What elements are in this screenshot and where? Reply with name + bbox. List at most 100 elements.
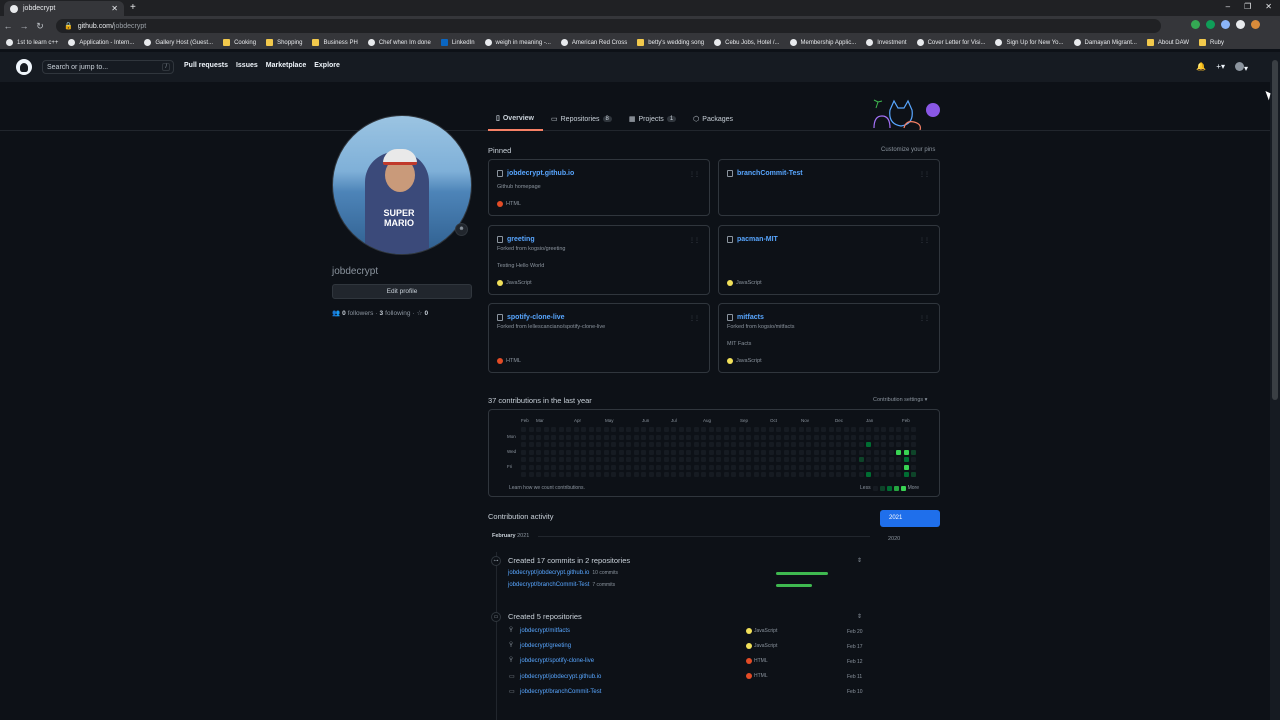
bookmark-item[interactable]: Chef when Im done (367, 39, 431, 46)
contribution-day[interactable] (543, 457, 549, 462)
contribution-day[interactable] (618, 442, 624, 447)
contribution-day[interactable] (723, 442, 729, 447)
close-window-button[interactable]: ✕ (1265, 2, 1272, 11)
contribution-day[interactable] (911, 464, 916, 470)
contribution-day[interactable] (731, 472, 736, 477)
contribution-day[interactable] (611, 449, 616, 455)
contribution-day[interactable] (738, 427, 744, 432)
contribution-day[interactable] (851, 472, 856, 477)
contribution-day[interactable] (858, 442, 864, 447)
contribution-day[interactable] (581, 442, 586, 447)
contribution-day[interactable] (888, 442, 894, 447)
contribution-day[interactable] (768, 449, 774, 455)
contribution-day[interactable] (543, 449, 549, 455)
created-repo-link[interactable]: jobdecrypt/branchCommit-Test (520, 689, 601, 695)
contribution-day[interactable] (521, 434, 526, 440)
contribution-day[interactable] (723, 457, 729, 462)
contribution-day[interactable] (881, 434, 886, 440)
contribution-day[interactable] (738, 464, 744, 470)
contribution-day[interactable] (888, 464, 894, 470)
contribution-day[interactable] (626, 442, 631, 447)
contribution-day[interactable] (626, 457, 631, 462)
contribution-day[interactable] (911, 449, 916, 455)
contribution-day[interactable] (903, 442, 909, 447)
nav-issues[interactable]: Issues (236, 62, 258, 69)
contribution-day[interactable] (701, 449, 706, 455)
contribution-day[interactable] (798, 427, 804, 432)
contribution-day[interactable] (641, 449, 646, 455)
contribution-day[interactable] (843, 434, 849, 440)
bookmark-item[interactable]: Ruby (1199, 39, 1224, 46)
contribution-day[interactable] (656, 449, 661, 455)
contribution-day[interactable] (776, 464, 781, 470)
contribution-day[interactable] (836, 457, 841, 462)
contribution-day[interactable] (731, 442, 736, 447)
contribution-day[interactable] (828, 449, 834, 455)
contribution-day[interactable] (603, 427, 609, 432)
contribution-day[interactable] (866, 434, 871, 440)
set-status-icon[interactable]: ☻ (455, 223, 468, 236)
contribution-day[interactable] (896, 464, 901, 470)
contribution-day[interactable] (671, 449, 676, 455)
contribution-day[interactable] (573, 472, 579, 477)
contribution-day[interactable] (753, 472, 759, 477)
contribution-day[interactable] (783, 442, 789, 447)
customize-pins-link[interactable]: Customize your pins (881, 147, 935, 153)
drag-handle-icon[interactable]: ⋮⋮ (689, 237, 700, 244)
contribution-day[interactable] (791, 472, 796, 477)
contribution-day[interactable] (671, 442, 676, 447)
contribution-day[interactable] (648, 464, 654, 470)
bookmark-item[interactable]: Investment (866, 39, 907, 46)
contribution-day[interactable] (603, 442, 609, 447)
contribution-day[interactable] (663, 457, 669, 462)
contribution-day[interactable] (633, 449, 639, 455)
contribution-day[interactable] (618, 434, 624, 440)
contribution-day[interactable] (551, 442, 556, 447)
contribution-day[interactable] (716, 472, 721, 477)
contribution-day[interactable] (573, 434, 579, 440)
page-scrollbar[interactable] (1270, 52, 1280, 720)
contribution-day[interactable] (633, 457, 639, 462)
contribution-day[interactable] (798, 472, 804, 477)
contribution-day[interactable] (528, 464, 534, 470)
tab-close-icon[interactable]: ✕ (111, 4, 118, 13)
followers-count[interactable]: 0 (342, 310, 346, 317)
contribution-day[interactable] (581, 464, 586, 470)
contribution-day[interactable] (528, 434, 534, 440)
contribution-day[interactable] (603, 457, 609, 462)
contribution-day[interactable] (521, 464, 526, 470)
contribution-day[interactable] (648, 457, 654, 462)
contribution-day[interactable] (641, 472, 646, 477)
user-menu-dropdown[interactable]: ▾ (1234, 62, 1248, 73)
contribution-day[interactable] (573, 464, 579, 470)
contribution-day[interactable] (536, 464, 541, 470)
contribution-day[interactable] (753, 449, 759, 455)
contribution-day[interactable] (776, 472, 781, 477)
contribution-day[interactable] (573, 449, 579, 455)
contribution-day[interactable] (836, 427, 841, 432)
bookmark-item[interactable]: 1st to learn c++ (6, 39, 58, 46)
created-repo-link[interactable]: jobdecrypt/spotify-clone-live (520, 658, 594, 664)
contribution-day[interactable] (558, 449, 564, 455)
contribution-day[interactable] (723, 464, 729, 470)
contribution-day[interactable] (528, 449, 534, 455)
contribution-day[interactable] (888, 449, 894, 455)
contribution-day[interactable] (768, 434, 774, 440)
year-2020-button[interactable]: 2020 (888, 536, 900, 542)
contribution-day[interactable] (836, 442, 841, 447)
extension-icon[interactable] (1206, 20, 1215, 29)
contribution-day[interactable] (858, 472, 864, 477)
contribution-day[interactable] (588, 449, 594, 455)
contribution-day[interactable] (753, 434, 759, 440)
bookmark-item[interactable]: American Red Cross (560, 39, 627, 46)
contribution-day[interactable] (648, 442, 654, 447)
contribution-day[interactable] (573, 442, 579, 447)
contribution-day[interactable] (843, 472, 849, 477)
contribution-day[interactable] (843, 449, 849, 455)
contribution-day[interactable] (558, 464, 564, 470)
contribution-day[interactable] (798, 434, 804, 440)
contribution-day[interactable] (611, 464, 616, 470)
contribution-day[interactable] (633, 472, 639, 477)
contribution-day[interactable] (716, 434, 721, 440)
contribution-day[interactable] (708, 472, 714, 477)
